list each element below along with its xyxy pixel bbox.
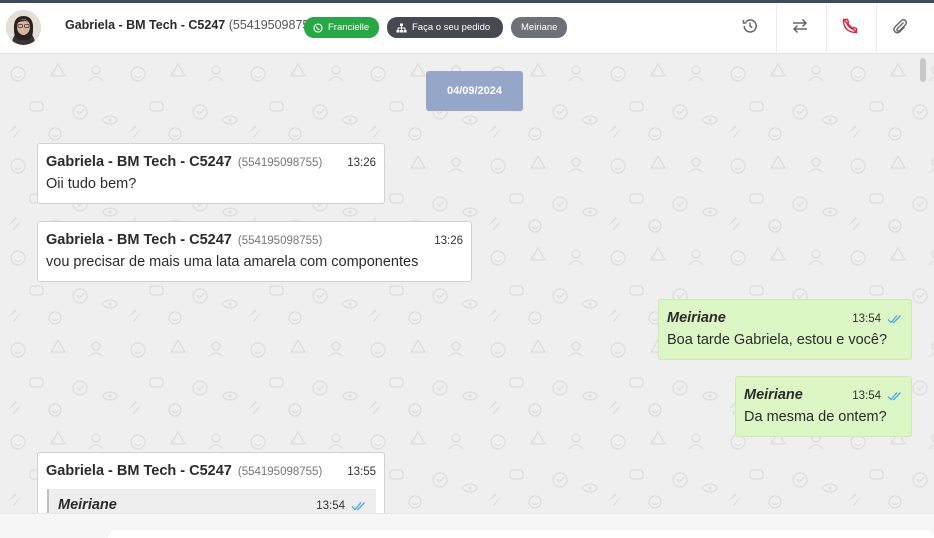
message-header: Gabriela - BM Tech - C5247 (554195098755… bbox=[46, 232, 463, 250]
header-divider bbox=[876, 3, 877, 54]
composer-bar bbox=[0, 513, 934, 538]
message-text: Oii tudo bem? bbox=[46, 176, 137, 192]
tag-label: Francielle bbox=[328, 22, 370, 33]
message-header: Gabriela - BM Tech - C5247 (554195098755… bbox=[46, 463, 376, 481]
tag-meiriane[interactable]: Meiriane bbox=[511, 17, 567, 38]
tag-order-flow[interactable]: Faça o seu pedido bbox=[387, 17, 503, 38]
message-text: Boa tarde Gabriela, estou e você? bbox=[667, 332, 888, 348]
attach-icon bbox=[891, 17, 909, 40]
message-incoming[interactable]: Gabriela - BM Tech - C5247 (554195098755… bbox=[37, 221, 472, 282]
date-separator: 04/09/2024 bbox=[426, 71, 523, 111]
message-time: 13:54 bbox=[852, 313, 881, 325]
message-header: Meiriane 13:54 bbox=[744, 387, 903, 405]
message-sender: Meiriane bbox=[667, 310, 726, 326]
transfer-icon bbox=[791, 17, 809, 40]
chat-wallpaper bbox=[0, 54, 934, 513]
contact-title[interactable]: Gabriela - BM Tech - C5247 (554195098755… bbox=[65, 18, 320, 32]
message-incoming[interactable]: Gabriela - BM Tech - C5247 (554195098755… bbox=[37, 143, 385, 204]
quoted-message[interactable]: Meiriane 13:54 bbox=[47, 489, 376, 513]
message-sender-phone: (554195098755) bbox=[237, 466, 323, 478]
transfer-button[interactable] bbox=[788, 16, 812, 40]
message-incoming[interactable]: Gabriela - BM Tech - C5247 (554195098755… bbox=[37, 452, 385, 513]
message-sender: Meiriane bbox=[744, 387, 803, 403]
message-header: Meiriane 13:54 bbox=[667, 310, 903, 328]
whatsapp-icon bbox=[313, 22, 323, 33]
history-button[interactable] bbox=[738, 16, 762, 40]
attach-button[interactable] bbox=[888, 16, 912, 40]
message-time: 13:26 bbox=[434, 235, 463, 247]
message-sender: Gabriela - BM Tech - C5247 bbox=[46, 154, 232, 170]
history-icon bbox=[741, 17, 759, 40]
contact-name: Gabriela - BM Tech - C5247 bbox=[65, 18, 226, 32]
message-sender: Gabriela - BM Tech - C5247 bbox=[46, 463, 232, 479]
message-sender-phone: (554195098755) bbox=[237, 235, 323, 247]
message-sender-phone: (554195098755) bbox=[237, 157, 323, 169]
quoted-sender: Meiriane bbox=[58, 497, 117, 513]
end-call-button[interactable] bbox=[838, 16, 862, 40]
quoted-time: 13:54 bbox=[316, 500, 345, 512]
read-ticks-icon bbox=[887, 391, 903, 401]
message-text: vou precisar de mais uma lata amarela co… bbox=[46, 254, 419, 270]
end-call-icon bbox=[841, 17, 859, 40]
tag-francielle[interactable]: Francielle bbox=[304, 17, 379, 38]
sitemap-icon bbox=[396, 23, 407, 33]
message-outgoing[interactable]: Meiriane 13:54 Da mesma de ontem? bbox=[735, 376, 912, 437]
message-outgoing[interactable]: Meiriane 13:54 Boa tarde Gabriela, estou… bbox=[658, 299, 912, 360]
read-ticks-icon bbox=[351, 501, 367, 511]
message-time: 13:26 bbox=[347, 157, 376, 169]
message-text: Da mesma de ontem? bbox=[744, 409, 887, 425]
contact-avatar[interactable] bbox=[6, 10, 41, 45]
quoted-header: Meiriane 13:54 bbox=[58, 497, 367, 513]
tag-label: Faça o seu pedido bbox=[412, 22, 491, 33]
header-divider bbox=[826, 3, 827, 54]
message-input[interactable] bbox=[108, 530, 934, 538]
chat-scrollbar[interactable] bbox=[918, 54, 928, 513]
chat-header: Gabriela - BM Tech - C5247 (554195098755… bbox=[0, 3, 934, 54]
read-ticks-icon bbox=[887, 314, 903, 324]
message-time: 13:55 bbox=[347, 466, 376, 478]
message-sender: Gabriela - BM Tech - C5247 bbox=[46, 232, 232, 248]
header-divider bbox=[776, 3, 777, 54]
message-time: 13:54 bbox=[852, 390, 881, 402]
tag-label: Meiriane bbox=[521, 22, 558, 33]
message-header: Gabriela - BM Tech - C5247 (554195098755… bbox=[46, 154, 376, 172]
scroll-thumb[interactable] bbox=[920, 58, 926, 82]
chat-area[interactable]: 04/09/2024 Gabriela - BM Tech - C5247 (5… bbox=[0, 54, 934, 513]
